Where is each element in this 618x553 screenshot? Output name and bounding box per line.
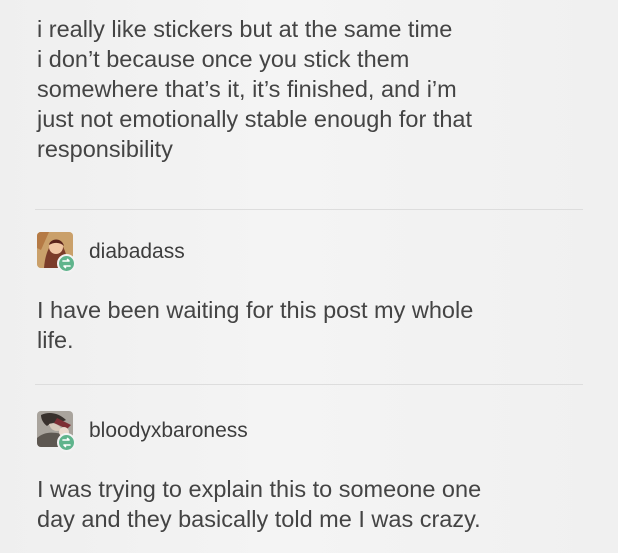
- original-post-line: i really like stickers but at the same t…: [37, 16, 453, 42]
- reblog-username[interactable]: diabadass: [89, 240, 185, 264]
- reblog-header: diabadass: [37, 232, 337, 276]
- reblog-entry-bloodyxbaroness: bloodyxbaroness I was trying to explain …: [37, 411, 582, 553]
- reblog-text: I was trying to explain this to someone …: [37, 474, 582, 534]
- post-divider: [35, 384, 583, 385]
- reblog-header: bloodyxbaroness: [37, 411, 337, 455]
- post-divider: [35, 209, 583, 210]
- original-post-text: i really like stickers but at the same t…: [37, 14, 577, 164]
- reblog-line: life.: [37, 327, 74, 353]
- original-post-line: responsibility: [37, 136, 173, 162]
- reblog-icon: [57, 433, 76, 452]
- reblog-line: I was trying to explain this to someone …: [37, 476, 482, 502]
- reblog-line: day and they basically told me I was cra…: [37, 506, 481, 532]
- original-post-line: i don’t because once you stick them: [37, 46, 410, 72]
- original-post-line: just not emotionally stable enough for t…: [37, 106, 473, 132]
- original-post-line: somewhere that’s it, it’s finished, and …: [37, 76, 457, 102]
- reblog-username[interactable]: bloodyxbaroness: [89, 419, 248, 443]
- reblog-icon: [57, 254, 76, 273]
- tumblr-post-screenshot: i really like stickers but at the same t…: [0, 0, 618, 553]
- reblog-line: I have been waiting for this post my who…: [37, 297, 474, 323]
- reblog-text: I have been waiting for this post my who…: [37, 295, 582, 355]
- reblog-entry-diabadass: diabadass I have been waiting for this p…: [37, 232, 582, 372]
